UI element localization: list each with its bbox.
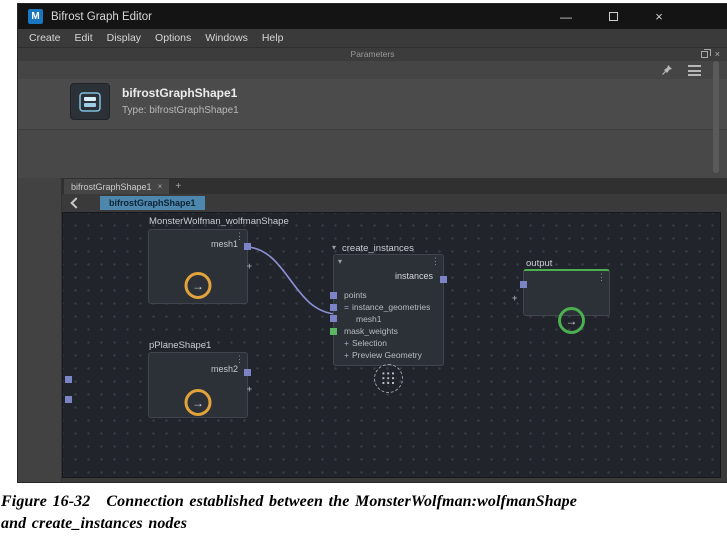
graph-input-port-1[interactable]	[65, 376, 72, 383]
port-row-mesh1-child[interactable]: mesh1	[334, 313, 443, 325]
fan-in-icon: =	[344, 302, 349, 312]
node-title-monsterwolfman: MonsterWolfman_wolfmanShape	[149, 216, 289, 227]
dot-grid-icon	[380, 370, 397, 387]
instancing-icon-circle	[374, 364, 403, 393]
maya-bifrost-app-icon: M	[28, 9, 43, 24]
pin-icon[interactable]	[661, 64, 673, 76]
panel-header-icons: ×	[700, 48, 720, 61]
hamburger-menu-icon[interactable]	[688, 65, 701, 76]
compound-icon-circle: →	[184, 272, 212, 299]
window-title: Bifrost Graph Editor	[51, 10, 152, 23]
add-tab-button[interactable]: +	[169, 179, 187, 194]
output-node-input-port[interactable]	[520, 281, 527, 288]
port-row-label: Preview Geometry	[351, 350, 422, 360]
figure-number: Figure 16-32	[1, 493, 91, 510]
menu-bar: Create Edit Display Options Windows Help	[18, 29, 727, 48]
port-row-instance-geometries[interactable]: = instance_geometries	[334, 301, 443, 313]
figure-caption: Figure 16-32 Connection established betwe…	[1, 491, 727, 535]
node-monsterwolfman-wolfmanshape[interactable]: ⋮ mesh1 + →	[148, 229, 252, 304]
port-row-mask-weights[interactable]: mask_weights	[334, 325, 443, 337]
panel-close-icon[interactable]: ×	[715, 50, 720, 59]
compound-icon-circle: →	[184, 389, 212, 416]
menu-windows[interactable]: Windows	[198, 32, 255, 44]
parameters-scrollbar[interactable]	[713, 61, 719, 173]
parameters-node-type: Type: bifrostGraphShape1	[122, 105, 239, 116]
menu-edit[interactable]: Edit	[68, 32, 100, 44]
port-row-label: mesh1	[356, 314, 382, 324]
expand-plus-icon: +	[344, 350, 349, 360]
add-port-button[interactable]: +	[247, 384, 252, 394]
input-port-rows: points = instance_geometries mesh1 mask_…	[334, 289, 443, 361]
collapse-icon[interactable]: ▾	[338, 257, 342, 266]
node-graph-canvas[interactable]: MonsterWolfman_wolfmanShape ⋮ mesh1 + → …	[62, 212, 721, 478]
parameters-header-label: Parameters	[350, 49, 395, 59]
input-port-points[interactable]	[330, 292, 337, 299]
parameters-panel-header[interactable]: Parameters ×	[18, 48, 727, 61]
port-row-selection[interactable]: + Selection	[334, 337, 443, 349]
tab-bifrostgraphshape1[interactable]: bifrostGraphShape1 ×	[64, 179, 170, 194]
tab-close-icon[interactable]: ×	[158, 182, 163, 191]
menu-display[interactable]: Display	[100, 32, 148, 44]
connection-wire[interactable]	[247, 246, 336, 315]
breadcrumb-current[interactable]: bifrostGraphShape1	[100, 196, 205, 210]
node-menu-icon[interactable]: ⋮	[431, 256, 440, 267]
caption-text-line1: Connection established between the Monst…	[106, 493, 577, 510]
input-port-instance-geometries[interactable]	[330, 304, 337, 311]
add-port-button[interactable]: +	[247, 261, 252, 271]
title-bar[interactable]: M Bifrost Graph Editor — ×	[18, 4, 727, 29]
minimize-button[interactable]: —	[549, 4, 583, 29]
menu-options[interactable]: Options	[148, 32, 198, 44]
caption-text-line2: and create_instances nodes	[1, 515, 188, 532]
port-label-instances: instances	[394, 271, 433, 281]
node-menu-icon[interactable]: ⋮	[597, 272, 606, 283]
add-port-button[interactable]: +	[512, 293, 517, 303]
port-row-preview-geometry[interactable]: + Preview Geometry	[334, 349, 443, 361]
port-label-mesh1: mesh1	[210, 239, 238, 249]
breadcrumb-bar: bifrostGraphShape1	[62, 194, 727, 212]
expand-plus-icon: +	[344, 338, 349, 348]
arrow-icon: →	[565, 313, 578, 328]
left-gutter	[18, 178, 62, 482]
menu-create[interactable]: Create	[22, 32, 68, 44]
output-port-mesh2[interactable]	[244, 369, 251, 376]
port-row-label: mask_weights	[344, 326, 398, 336]
parameters-content[interactable]: bifrostGraphShape1 Type: bifrostGraphSha…	[18, 79, 727, 129]
parameters-empty-area	[18, 129, 727, 178]
node-pplaneshape1[interactable]: ⋮ mesh2 + →	[148, 352, 252, 418]
output-icon-circle: →	[558, 307, 585, 334]
tab-label: bifrostGraphShape1	[71, 181, 152, 192]
close-button[interactable]: ×	[642, 4, 676, 29]
tab-bar: bifrostGraphShape1 × +	[62, 178, 727, 194]
back-chevron-icon[interactable]	[66, 196, 82, 210]
port-row-label: points	[344, 290, 367, 300]
panel-float-icon[interactable]	[700, 49, 711, 58]
arrow-icon: →	[192, 395, 204, 410]
input-port-mesh1-child[interactable]	[330, 315, 337, 322]
node-create-instances[interactable]: ▾ ⋮ instances points = instance_geometri…	[330, 254, 447, 366]
port-row-points[interactable]: points	[334, 289, 443, 301]
maximize-button[interactable]	[596, 4, 630, 29]
graph-input-port-2[interactable]	[65, 396, 72, 403]
node-title-output: output	[526, 258, 553, 269]
input-port-mask-weights[interactable]	[330, 328, 337, 335]
parameters-node-name: bifrostGraphShape1	[122, 86, 238, 100]
output-port-mesh1[interactable]	[244, 243, 251, 250]
port-row-label: instance_geometries	[351, 302, 431, 312]
collapse-icon[interactable]: ▾	[332, 243, 336, 252]
port-label-mesh2: mesh2	[210, 364, 238, 374]
arrow-icon: →	[192, 278, 204, 293]
output-port-instances[interactable]	[440, 276, 447, 283]
node-title-create-instances: create_instances	[342, 243, 414, 254]
graph-editor-panel: bifrostGraphShape1 × + bifrostGraphShape…	[18, 178, 727, 482]
parameters-toolbar-row	[18, 61, 727, 79]
menu-help[interactable]: Help	[255, 32, 291, 44]
bifrost-node-icon	[70, 83, 110, 120]
maximize-icon	[608, 12, 618, 21]
bifrost-graph-editor-window: M Bifrost Graph Editor — × Create Edit D…	[18, 4, 727, 482]
node-title-pplaneshape1: pPlaneShape1	[149, 340, 212, 351]
port-row-label: Selection	[351, 338, 387, 348]
